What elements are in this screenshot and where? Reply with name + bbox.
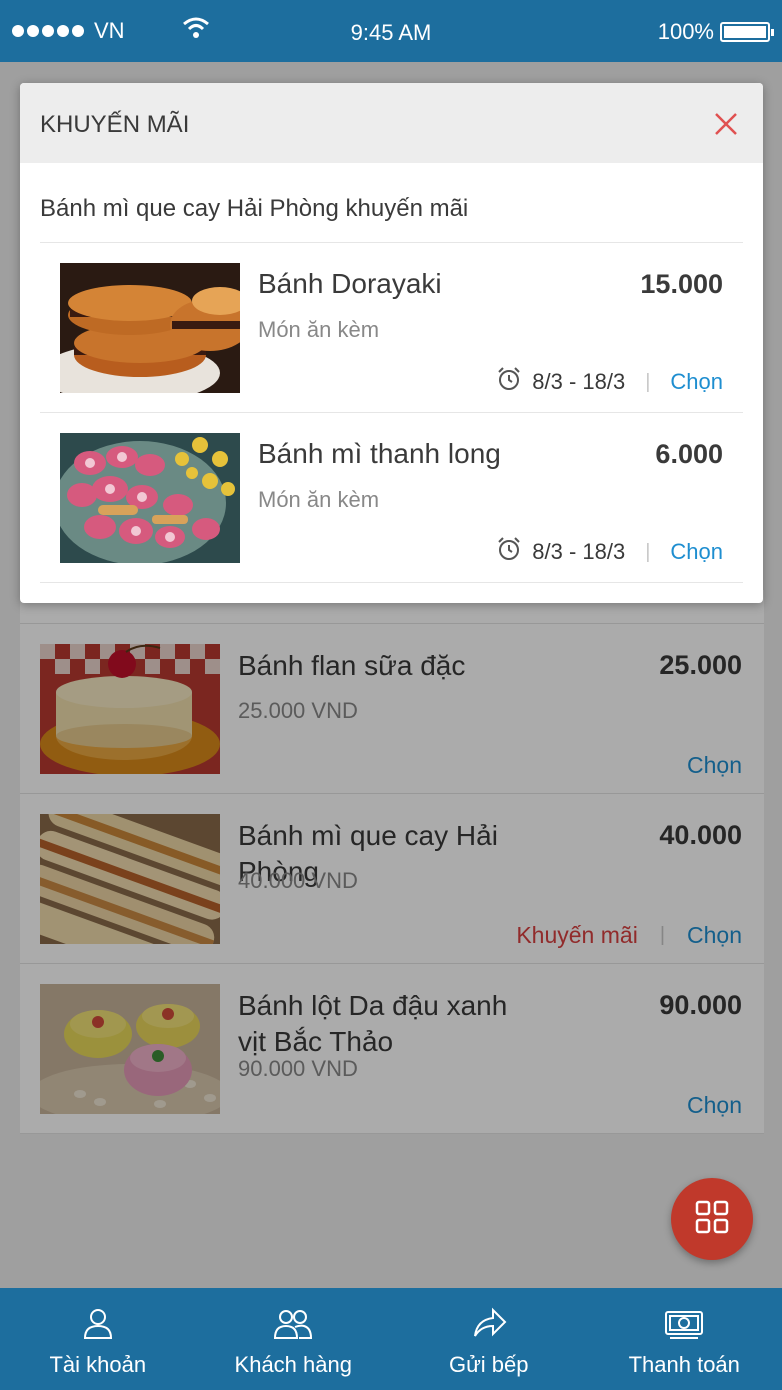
- item-category: Món ăn kèm: [258, 317, 380, 342]
- battery-percent: 100%: [657, 19, 714, 44]
- status-bar: VN 9:45 AM 100%: [0, 0, 782, 62]
- grid-menu-button[interactable]: [671, 1178, 753, 1260]
- close-icon: [713, 113, 739, 141]
- battery-icon: [720, 22, 774, 42]
- list-item[interactable]: Bánh Dorayaki 15.000 Món ăn kèm 8/3 - 18…: [40, 243, 743, 413]
- date-range: 8/3 - 18/3: [532, 539, 626, 564]
- nav-label: Thanh toán: [628, 1352, 740, 1377]
- user-icon: [81, 1306, 115, 1346]
- promotion-modal: KHUYẾN MÃI Bánh mì que cay Hải Phòng khu…: [20, 83, 763, 603]
- share-icon: [471, 1306, 507, 1346]
- alarm-clock-icon: [496, 366, 522, 398]
- alarm-clock-icon: [496, 536, 522, 568]
- item-name: Bánh Dorayaki: [258, 268, 442, 299]
- nav-label: Khách hàng: [234, 1352, 352, 1377]
- action-separator: |: [645, 540, 651, 563]
- modal-subtitle: Bánh mì que cay Hải Phòng khuyến mãi: [40, 195, 469, 222]
- item-price: 15.000: [640, 269, 723, 299]
- bottom-nav: Tài khoản Khách hàng Gửi bếp Thanh toán: [0, 1288, 782, 1390]
- cash-icon: [664, 1306, 704, 1346]
- choose-button[interactable]: Chọn: [670, 369, 723, 395]
- item-category: Món ăn kèm: [258, 487, 380, 512]
- battery-indicator: 100%: [657, 19, 774, 45]
- grid-icon: [695, 1200, 729, 1239]
- item-price: 6.000: [655, 439, 723, 469]
- choose-button[interactable]: Chọn: [670, 539, 723, 565]
- action-separator: |: [645, 370, 651, 393]
- dorayaki-image: [60, 263, 240, 393]
- nav-customers[interactable]: Khách hàng: [196, 1288, 392, 1390]
- nav-label: Tài khoản: [49, 1352, 147, 1377]
- modal-title: KHUYẾN MÃI: [40, 111, 190, 138]
- nav-account[interactable]: Tài khoản: [0, 1288, 196, 1390]
- nav-label: Gửi bếp: [448, 1352, 529, 1377]
- date-range: 8/3 - 18/3: [532, 369, 626, 394]
- list-item[interactable]: Bánh mì thanh long 6.000 Món ăn kèm 8/3 …: [40, 413, 743, 583]
- nav-payment[interactable]: Thanh toán: [587, 1288, 782, 1390]
- modal-header: KHUYẾN MÃI: [20, 83, 763, 163]
- dragonfruit-bread-image: [60, 433, 240, 563]
- customers-icon: [273, 1306, 313, 1346]
- close-button[interactable]: [713, 111, 739, 137]
- item-name: Bánh mì thanh long: [258, 438, 501, 469]
- nav-send-kitchen[interactable]: Gửi bếp: [391, 1288, 587, 1390]
- promotion-list: Bánh Dorayaki 15.000 Món ăn kèm 8/3 - 18…: [40, 242, 743, 583]
